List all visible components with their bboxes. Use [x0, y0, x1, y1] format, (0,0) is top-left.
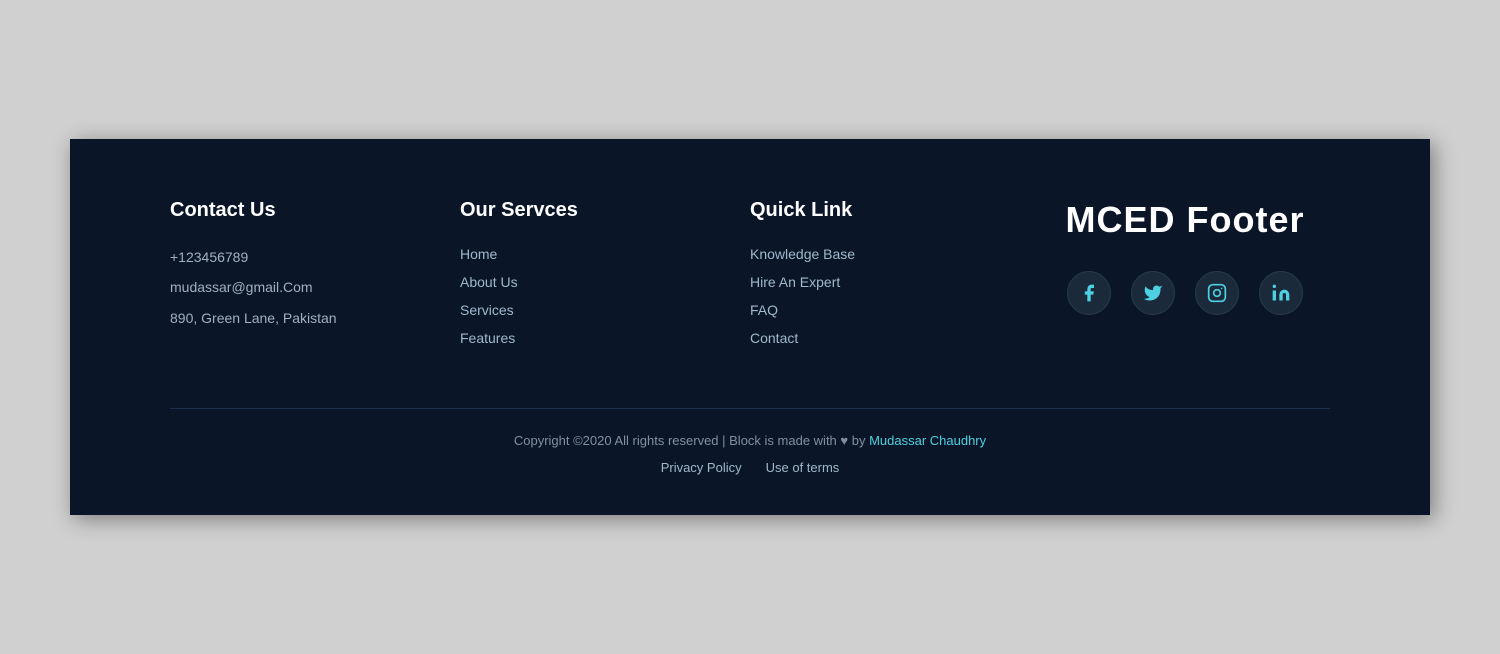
privacy-policy-link[interactable]: Privacy Policy [661, 460, 742, 475]
list-item: Features [460, 330, 750, 348]
services-aboutus-link[interactable]: About Us [460, 274, 518, 290]
copyright-static: Copyright ©2020 All rights reserved | Bl… [514, 433, 869, 448]
brand-col: MCED Footer [1040, 199, 1330, 315]
instagram-icon[interactable] [1195, 271, 1239, 315]
quicklink-expert-link[interactable]: Hire An Expert [750, 274, 840, 290]
quicklink-knowledge-link[interactable]: Knowledge Base [750, 246, 855, 262]
contact-email: mudassar@gmail.Com [170, 276, 460, 298]
list-item: Knowledge Base [750, 246, 1040, 264]
services-col: Our Servces Home About Us Services Featu… [460, 199, 750, 358]
use-of-terms-link[interactable]: Use of terms [766, 460, 840, 475]
twitter-icon[interactable] [1131, 271, 1175, 315]
social-icons [1067, 271, 1303, 315]
footer-bottom: Copyright ©2020 All rights reserved | Bl… [170, 408, 1330, 475]
contact-address: 890, Green Lane, Pakistan [170, 307, 460, 329]
quicklink-col: Quick Link Knowledge Base Hire An Expert… [750, 199, 1040, 358]
linkedin-icon[interactable] [1259, 271, 1303, 315]
contact-col: Contact Us +123456789 mudassar@gmail.Com… [170, 199, 460, 337]
services-services-link[interactable]: Services [460, 302, 514, 318]
services-heading: Our Servces [460, 199, 750, 222]
services-features-link[interactable]: Features [460, 330, 515, 346]
list-item: Services [460, 302, 750, 320]
footer: Contact Us +123456789 mudassar@gmail.Com… [70, 139, 1430, 515]
footer-top: Contact Us +123456789 mudassar@gmail.Com… [170, 199, 1330, 358]
brand-title: MCED Footer [1066, 199, 1305, 241]
list-item: Hire An Expert [750, 274, 1040, 292]
list-item: Home [460, 246, 750, 264]
services-home-link[interactable]: Home [460, 246, 497, 262]
contact-heading: Contact Us [170, 199, 460, 222]
list-item: About Us [460, 274, 750, 292]
quicklink-list: Knowledge Base Hire An Expert FAQ Contac… [750, 246, 1040, 348]
quicklink-faq-link[interactable]: FAQ [750, 302, 778, 318]
list-item: Contact [750, 330, 1040, 348]
contact-phone: +123456789 [170, 246, 460, 268]
author-link[interactable]: Mudassar Chaudhry [869, 433, 986, 448]
quicklink-contact-link[interactable]: Contact [750, 330, 798, 346]
list-item: FAQ [750, 302, 1040, 320]
quicklink-heading: Quick Link [750, 199, 1040, 222]
facebook-icon[interactable] [1067, 271, 1111, 315]
copyright-text: Copyright ©2020 All rights reserved | Bl… [170, 433, 1330, 448]
services-list: Home About Us Services Features [460, 246, 750, 348]
footer-bottom-links: Privacy Policy Use of terms [170, 460, 1330, 475]
